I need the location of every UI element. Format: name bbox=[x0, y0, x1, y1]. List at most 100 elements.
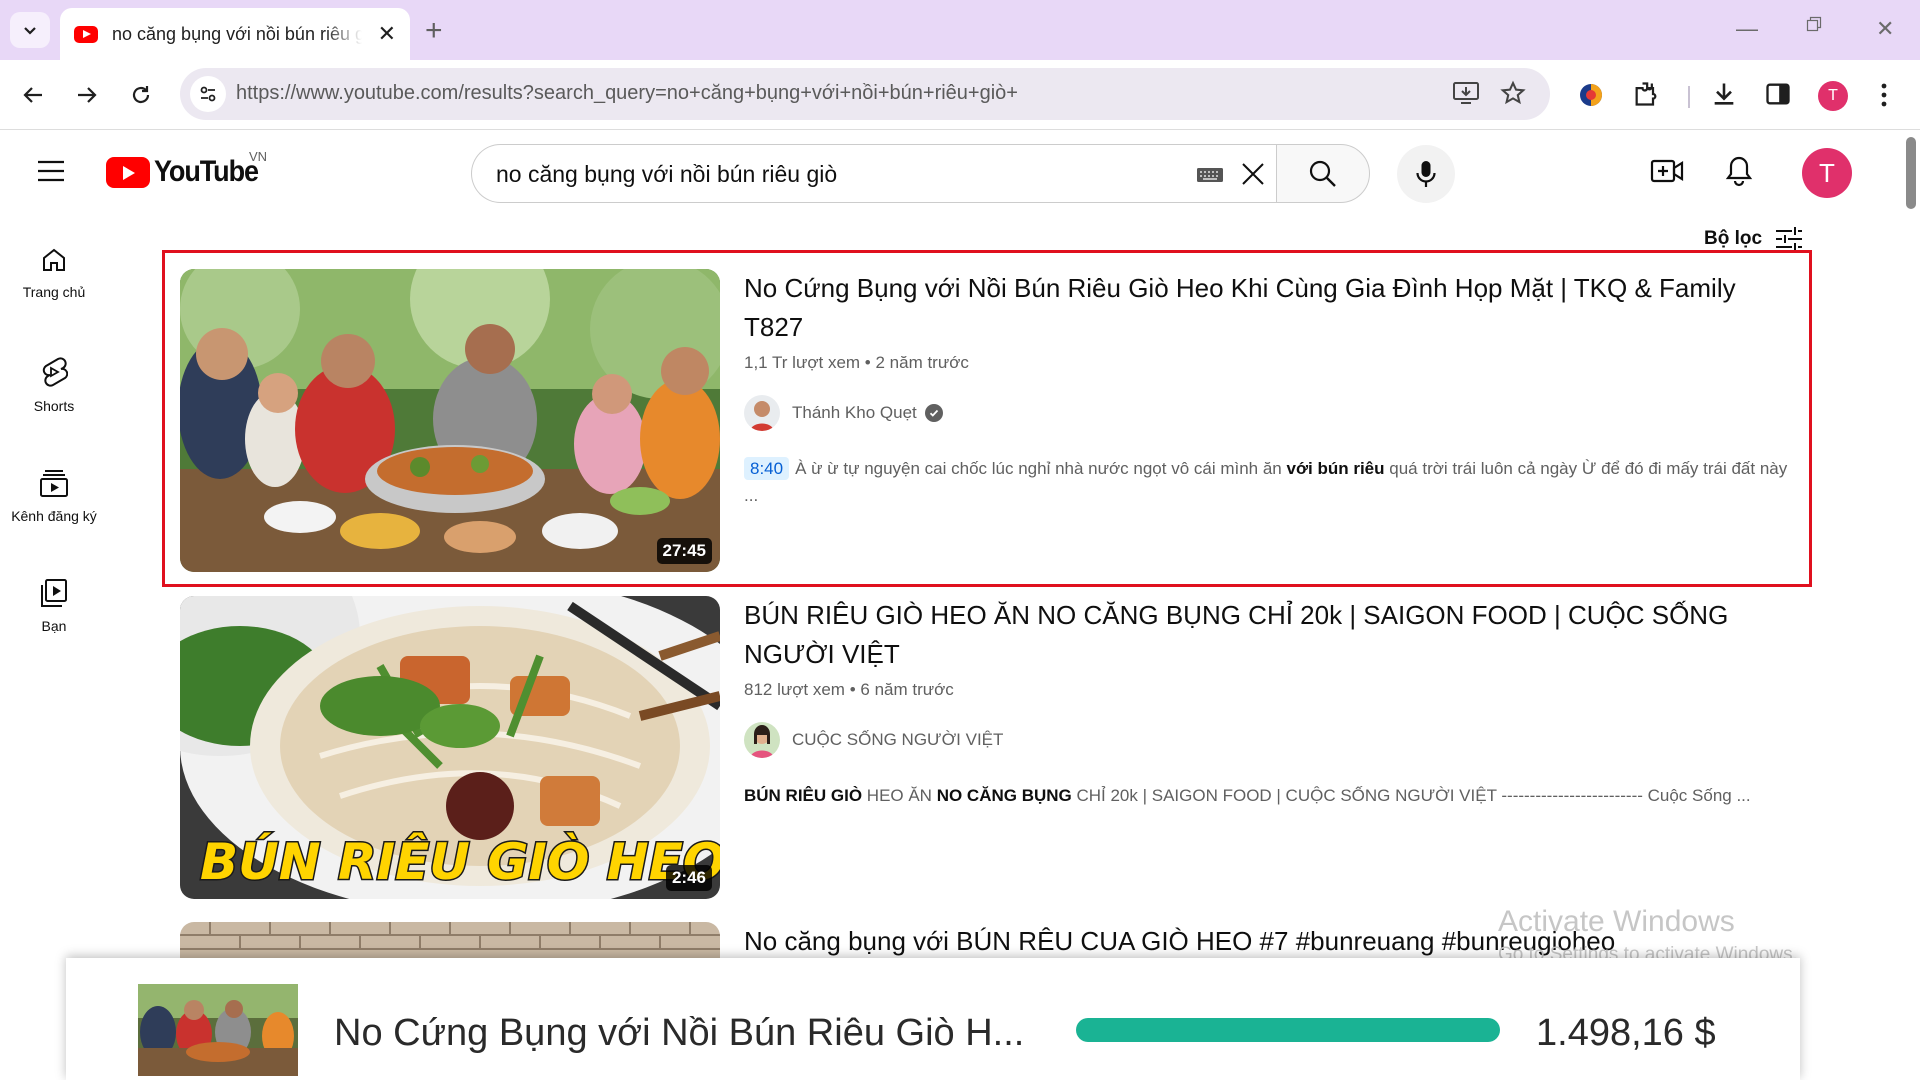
notifications-bell-icon[interactable] bbox=[1724, 155, 1754, 187]
thumbnail-caption: BÚN RIÊU GIÒ HEO bbox=[200, 832, 720, 891]
activate-windows-watermark: Activate Windows bbox=[1498, 905, 1735, 938]
channel-avatar[interactable] bbox=[744, 395, 780, 431]
video-snippet: 8:40 À ừ ừ tự nguyện cai chốc lúc nghỉ nh… bbox=[744, 455, 1794, 509]
create-video-icon[interactable] bbox=[1650, 157, 1684, 185]
channel-name[interactable]: CUỘC SỐNG NGƯỜI VIỆT bbox=[792, 730, 1003, 750]
url-text: https://www.youtube.com/results?search_q… bbox=[236, 82, 1018, 104]
channel-row[interactable]: CUỘC SỐNG NGƯỜI VIỆT bbox=[744, 722, 1794, 758]
scrollbar-thumb[interactable] bbox=[1906, 137, 1916, 209]
install-app-icon[interactable] bbox=[1452, 80, 1480, 106]
arrow-left-icon bbox=[23, 87, 42, 103]
new-tab-button[interactable]: + bbox=[425, 14, 443, 48]
close-window-button[interactable]: ✕ bbox=[1876, 16, 1894, 42]
channel-row[interactable]: Thánh Kho Quẹt bbox=[744, 395, 1794, 431]
video-thumbnail[interactable]: BÚN RIÊU GIÒ HEO 2:46 bbox=[180, 596, 720, 899]
search-button[interactable] bbox=[1276, 144, 1370, 203]
video-title[interactable]: No Cứng Bụng với Nồi Bún Riêu Giò Heo Kh… bbox=[744, 269, 1794, 347]
filter-sliders-icon bbox=[1776, 227, 1803, 251]
video-thumbnail[interactable]: 27:45 bbox=[180, 269, 720, 572]
upload-age: 6 năm trước bbox=[860, 680, 954, 699]
arrow-right-icon bbox=[78, 87, 97, 103]
reload-button[interactable] bbox=[124, 78, 158, 112]
home-icon bbox=[43, 248, 65, 271]
channel-avatar[interactable] bbox=[744, 722, 780, 758]
active-tab[interactable]: no căng bụng với nồi bún riêu giò heo ✕ bbox=[60, 8, 410, 60]
sidebar-item-shorts[interactable]: Shorts bbox=[0, 356, 108, 414]
account-avatar[interactable]: T bbox=[1802, 148, 1852, 198]
browser-menu-icon[interactable] bbox=[1880, 82, 1888, 108]
tab-search-button[interactable] bbox=[10, 12, 50, 48]
address-bar[interactable]: https://www.youtube.com/results?search_q… bbox=[180, 68, 1550, 120]
restore-icon bbox=[1806, 16, 1822, 32]
brick-wall-thumbnail-image bbox=[180, 922, 720, 962]
video-snippet: BÚN RIÊU GIÒ HEO ĂN NO CĂNG BỤNG CHỈ 20k… bbox=[744, 782, 1794, 809]
video-result[interactable]: 27:45 No Cứng Bụng với Nồi Bún Riêu Giò … bbox=[180, 269, 1800, 572]
sidebar-item-you[interactable]: Bạn bbox=[0, 578, 108, 634]
sidebar-item-label: Shorts bbox=[33, 398, 75, 414]
browser-tab-bar: no căng bụng với nồi bún riêu giò heo ✕ … bbox=[0, 0, 1920, 60]
microphone-icon bbox=[1416, 161, 1436, 187]
filters-label: Bộ lọc bbox=[1704, 228, 1763, 249]
subscriptions-icon bbox=[40, 470, 68, 497]
sidebar-item-label: Bạn bbox=[41, 618, 67, 634]
chevron-down-icon bbox=[24, 27, 36, 35]
video-duration: 27:45 bbox=[656, 538, 712, 564]
clear-search-icon[interactable] bbox=[1238, 159, 1268, 189]
dot-separator: • bbox=[864, 353, 876, 372]
restore-button[interactable] bbox=[1806, 16, 1822, 32]
youtube-play-icon bbox=[106, 156, 150, 188]
family-meal-mini-image bbox=[138, 984, 298, 1076]
video-meta: No Cứng Bụng với Nồi Bún Riêu Giò Heo Kh… bbox=[744, 269, 1794, 509]
snippet-highlight: BÚN RIÊU GIÒ bbox=[744, 786, 863, 805]
verified-badge-icon bbox=[924, 404, 943, 422]
keyboard-icon[interactable] bbox=[1196, 167, 1224, 183]
forward-button[interactable] bbox=[70, 78, 104, 112]
youtube-logo[interactable]: YouTube VN bbox=[106, 149, 269, 189]
toolbar-divider bbox=[1688, 86, 1690, 108]
sidebar-item-label: Kênh đăng ký bbox=[11, 508, 97, 524]
snippet-text-end: CHỈ 20k | SAIGON FOOD | CUỘC SỐNG NGƯỜI … bbox=[1071, 786, 1751, 805]
dot-separator: • bbox=[849, 680, 861, 699]
filters-button[interactable]: Bộ lọc bbox=[1704, 226, 1804, 252]
side-panel-icon[interactable] bbox=[1764, 80, 1792, 108]
voice-search-button[interactable] bbox=[1397, 145, 1455, 203]
downloads-icon[interactable] bbox=[1710, 80, 1738, 108]
snippet-highlight: NO CĂNG BỤNG bbox=[936, 786, 1072, 805]
page-scrollbar[interactable] bbox=[1902, 131, 1920, 1080]
youtube-wordmark: YouTube bbox=[154, 155, 259, 188]
extensions-puzzle-icon[interactable] bbox=[1632, 80, 1660, 108]
site-info-button[interactable] bbox=[190, 76, 226, 112]
bottom-overlay-bar: No Cứng Bụng với Nồi Bún Riêu Giò H... 1… bbox=[66, 958, 1800, 1080]
search-input[interactable]: no căng bụng với nồi bún riêu giò bbox=[471, 144, 1277, 203]
reload-icon bbox=[132, 86, 150, 104]
bookmark-star-icon[interactable] bbox=[1500, 80, 1526, 106]
shorts-icon bbox=[42, 357, 68, 387]
tab-title: no căng bụng với nồi bún riêu giò heo bbox=[112, 23, 362, 44]
browser-profile-avatar[interactable]: T bbox=[1818, 81, 1848, 111]
video-stats: 812 lượt xem • 6 năm trước bbox=[744, 680, 1794, 700]
sidebar-item-home[interactable]: Trang chủ bbox=[0, 246, 108, 300]
tune-icon bbox=[200, 86, 216, 102]
overlay-title: No Cứng Bụng với Nồi Bún Riêu Giò H... bbox=[334, 1012, 1025, 1054]
snippet-text: HEO ĂN bbox=[862, 786, 937, 805]
back-button[interactable] bbox=[16, 78, 50, 112]
tab-close-icon[interactable]: ✕ bbox=[378, 21, 396, 47]
timestamp-chip[interactable]: 8:40 bbox=[744, 457, 790, 480]
search-icon bbox=[1309, 160, 1336, 187]
video-meta: BÚN RIÊU GIÒ HEO ĂN NO CĂNG BỤNG CHỈ 20k… bbox=[744, 596, 1794, 809]
video-result[interactable]: BÚN RIÊU GIÒ HEO 2:46 BÚN RIÊU GIÒ HEO Ă… bbox=[180, 596, 1800, 899]
video-thumbnail[interactable] bbox=[180, 922, 720, 962]
video-stats: 1,1 Tr lượt xem • 2 năm trước bbox=[744, 353, 1794, 373]
youtube-masthead: YouTube VN no căng bụng với nồi bún riêu… bbox=[0, 131, 1900, 215]
sidebar-item-subscriptions[interactable]: Kênh đăng ký bbox=[0, 468, 108, 524]
channel-name[interactable]: Thánh Kho Quẹt bbox=[792, 403, 917, 423]
view-count: 1,1 Tr lượt xem bbox=[744, 353, 861, 372]
snippet-text: À ừ ừ tự nguyện cai chốc lúc nghỉ nhà nư… bbox=[795, 459, 1287, 478]
minimize-button[interactable]: — bbox=[1736, 16, 1758, 42]
video-title[interactable]: BÚN RIÊU GIÒ HEO ĂN NO CĂNG BỤNG CHỈ 20k… bbox=[744, 596, 1794, 674]
menu-icon[interactable] bbox=[36, 159, 66, 183]
view-count: 812 lượt xem bbox=[744, 680, 845, 699]
country-code: VN bbox=[249, 149, 268, 164]
extension-logo-icon[interactable] bbox=[1576, 80, 1606, 110]
overlay-amount: 1.498,16 $ bbox=[1536, 1012, 1716, 1054]
